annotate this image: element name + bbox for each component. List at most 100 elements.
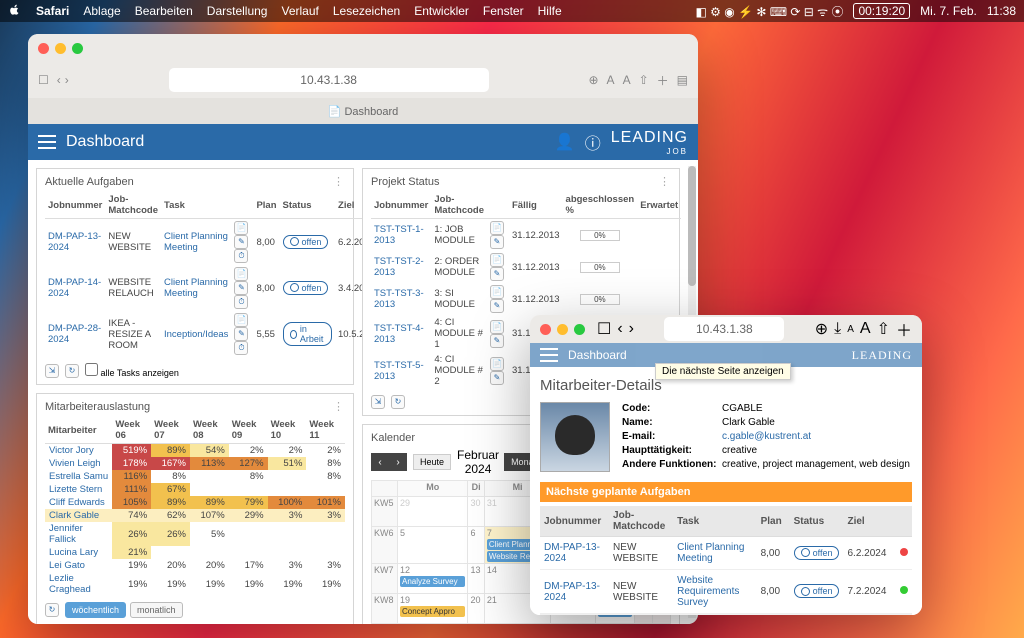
share-icon[interactable]: ⇧: [877, 319, 890, 339]
cal-today-button[interactable]: Heute: [413, 454, 451, 470]
address-bar[interactable]: 10.43.1.38: [169, 68, 489, 92]
employee-avatar: [540, 402, 610, 472]
panel-menu-icon[interactable]: ⋮: [333, 400, 345, 413]
table-row[interactable]: DM-PAP-28-2024IKEA - RESIZE A ROOMIncept…: [45, 311, 397, 357]
table-row[interactable]: Lezlie Craghead19%19%19%19%19%19%: [45, 572, 345, 596]
email-link[interactable]: c.gable@kustrent.at: [722, 431, 811, 442]
table-row[interactable]: DM-PAP-13-2024NEW WEBSITEClient Planning…: [540, 537, 912, 570]
address-bar[interactable]: 10.43.1.38: [664, 317, 784, 341]
new-tab-icon[interactable]: ＋: [896, 317, 912, 341]
calendar-day[interactable]: 19Concept Appro: [398, 594, 468, 624]
panel-menu-icon[interactable]: ⋮: [659, 175, 671, 188]
table-row[interactable]: Lei Gato19%20%20%17%3%3%: [45, 559, 345, 572]
refresh-icon[interactable]: ↻: [45, 603, 59, 617]
refresh-icon[interactable]: ↻: [65, 364, 79, 378]
table-row[interactable]: TST-TST-1-20131: JOB MODULE📄✎ 31.12.2013…: [371, 219, 681, 252]
share-icon[interactable]: ⇧: [639, 73, 649, 87]
minimize-window[interactable]: [557, 324, 568, 335]
tasks-panel: Aktuelle Aufgaben⋮ JobnummerJob-Matchcod…: [36, 168, 354, 385]
workload-table: MitarbeiterWeek 06Week 07Week 08Week 09W…: [45, 417, 345, 596]
table-row[interactable]: DM-PAP-14-2024WEBSITE RELAUCHClient Plan…: [45, 265, 397, 311]
calendar-day[interactable]: 26: [398, 624, 468, 625]
text-smaller-icon[interactable]: A: [607, 73, 615, 87]
table-row[interactable]: Cliff Edwards105%89%89%79%100%101%: [45, 496, 345, 509]
table-row[interactable]: Victor Jory519%89%54%2%2%2%: [45, 444, 345, 458]
table-row[interactable]: TST-TST-3-20133: SI MODULE📄✎ 31.12.20130…: [371, 283, 681, 315]
menu-help[interactable]: Hilfe: [538, 4, 562, 18]
table-row[interactable]: DM-PAP-13-2024NEW WEBSITEClient Planning…: [45, 219, 397, 266]
calendar-day[interactable]: 12Analyze Survey: [398, 564, 468, 594]
close-window[interactable]: [38, 43, 49, 54]
table-row[interactable]: Estrella Samu116%8%8%8%: [45, 470, 345, 483]
cal-prev-button[interactable]: ‹: [371, 453, 389, 471]
forward-icon[interactable]: ›: [65, 73, 69, 87]
hamburger-icon[interactable]: [540, 348, 558, 362]
calendar-day[interactable]: 5: [398, 527, 468, 564]
table-row[interactable]: Lucina Lary21%: [45, 546, 345, 559]
menu-developer[interactable]: Entwickler: [414, 4, 469, 18]
menu-window[interactable]: Fenster: [483, 4, 524, 18]
calendar-day[interactable]: 1: [596, 624, 635, 625]
status-icons: ◧ ⚙ ◉ ⚡ ✻ ⌨ ⟳ ⊟ ᯤ ⦿: [695, 3, 843, 20]
titlebar[interactable]: [28, 34, 698, 62]
text-larger-icon[interactable]: A: [623, 73, 631, 87]
menu-file[interactable]: Ablage: [83, 4, 120, 18]
calendar-day[interactable]: 6: [468, 527, 484, 564]
titlebar[interactable]: ☐ ‹ › 10.43.1.38 ⊕ ⤓ A A ⇧ ＋: [530, 315, 922, 343]
sidebar-icon[interactable]: ☐: [38, 73, 49, 87]
minimize-window[interactable]: [55, 43, 66, 54]
filter-icon[interactable]: ⇲: [45, 364, 59, 378]
tab-bar[interactable]: 📄 Dashboard: [28, 98, 698, 124]
maximize-window[interactable]: [574, 324, 585, 335]
employee-info: Code:CGABLE Name:Clark Gable E-mail:c.ga…: [622, 402, 910, 472]
menu-bookmarks[interactable]: Lesezeichen: [333, 4, 400, 18]
user-icon[interactable]: 👤: [555, 132, 575, 152]
forward-icon[interactable]: ›: [629, 320, 634, 338]
weekly-button[interactable]: wöchentlich: [65, 602, 126, 618]
table-row[interactable]: Jennifer Fallick26%26%5%: [45, 522, 345, 546]
refresh-icon[interactable]: ↻: [391, 395, 405, 409]
table-row[interactable]: Vivien Leigh178%167%113%127%51%8%: [45, 457, 345, 470]
tabs-icon[interactable]: ▤: [677, 73, 688, 87]
calendar-day[interactable]: 29: [551, 624, 596, 625]
brand-logo: LEADING: [852, 348, 912, 363]
calendar-day[interactable]: 30: [468, 497, 484, 527]
calendar-day[interactable]: 20: [468, 594, 484, 624]
maximize-window[interactable]: [72, 43, 83, 54]
app-menu[interactable]: Safari: [36, 4, 69, 18]
panel-menu-icon[interactable]: ⋮: [333, 175, 345, 188]
sidebar-icon[interactable]: ☐: [597, 319, 611, 339]
filter-icon[interactable]: ⇲: [371, 395, 385, 409]
new-tab-icon[interactable]: ＋: [657, 72, 669, 89]
hamburger-icon[interactable]: [38, 135, 56, 149]
calendar-day[interactable]: 3: [652, 624, 670, 625]
reader-icon[interactable]: ⊕: [815, 319, 828, 339]
table-row[interactable]: Clark Gable74%62%107%29%3%3%: [45, 509, 345, 522]
reader-icon[interactable]: ⊕: [588, 73, 598, 87]
menu-history[interactable]: Verlauf: [281, 4, 318, 18]
table-row[interactable]: DM-PAP-13-2024NEW WEBSITEWebsite Require…: [540, 570, 912, 614]
menu-edit[interactable]: Bearbeiten: [135, 4, 193, 18]
calendar-day[interactable]: 2811 Uhr Kick: [484, 624, 550, 625]
close-window[interactable]: [540, 324, 551, 335]
calendar-day[interactable]: 29: [398, 497, 468, 527]
calendar-day[interactable]: 13: [468, 564, 484, 594]
calendar-day[interactable]: 27: [468, 624, 484, 625]
back-icon[interactable]: ‹: [57, 73, 61, 87]
back-icon[interactable]: ‹: [617, 320, 622, 338]
table-row[interactable]: Lizette Stern111%67%: [45, 483, 345, 496]
section-banner: Nächste geplante Aufgaben: [540, 482, 912, 502]
table-row[interactable]: TST-TST-2-20132: ORDER MODULE📄✎ 31.12.20…: [371, 251, 681, 283]
calendar-day[interactable]: 2: [635, 624, 652, 625]
apple-icon[interactable]: [8, 3, 22, 20]
menu-view[interactable]: Darstellung: [207, 4, 268, 18]
table-row[interactable]: DM-PAP-13-2024NEW WEBSITEAnalyze Survey1…: [540, 614, 912, 616]
show-all-checkbox[interactable]: [85, 363, 98, 376]
status-timer: 00:19:20: [853, 3, 910, 19]
download-icon[interactable]: ⤓: [834, 320, 841, 338]
text-larger-icon[interactable]: A: [860, 320, 871, 338]
monthly-button[interactable]: monatlich: [130, 602, 183, 618]
cal-next-button[interactable]: ›: [389, 453, 407, 471]
info-icon[interactable]: ⓘ: [585, 130, 601, 154]
text-smaller-icon[interactable]: A: [847, 324, 854, 335]
